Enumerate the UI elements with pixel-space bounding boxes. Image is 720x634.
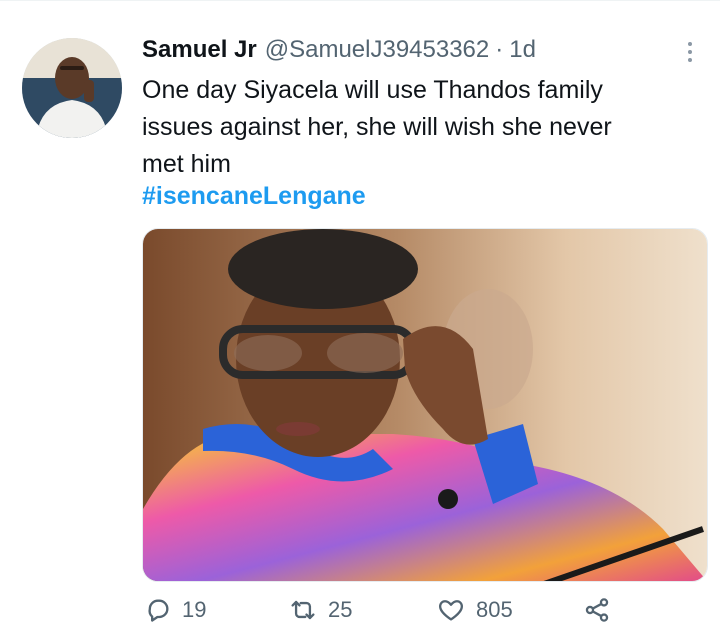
media-photo [143, 229, 707, 581]
tweet-header: Samuel Jr @SamuelJ39453362 · 1d [142, 36, 536, 66]
more-icon[interactable] [676, 38, 704, 66]
reply-count: 19 [182, 597, 207, 622]
tweet-actions: 19 25 805 [142, 590, 642, 630]
retweet-count: 25 [328, 597, 353, 622]
tweet-text-line: met him [142, 150, 231, 178]
hashtag-link[interactable]: #isencaneLengane [142, 182, 366, 211]
retweet-button[interactable]: 25 [288, 590, 352, 630]
tweet-text-line: issues against her, she will wish she ne… [142, 113, 612, 141]
top-divider [0, 0, 720, 1]
author-name[interactable]: Samuel Jr [142, 36, 257, 64]
tweet-text: One day Siyacela will use Thandos family… [142, 72, 702, 183]
tweet-text-line: One day Siyacela will use Thandos family [142, 76, 603, 104]
retweet-icon [288, 596, 318, 624]
like-button[interactable]: 805 [436, 590, 513, 630]
reply-button[interactable]: 19 [144, 590, 206, 630]
like-count: 805 [476, 597, 513, 622]
tweet-media-image[interactable] [142, 228, 708, 582]
share-button[interactable] [582, 590, 612, 630]
timestamp[interactable]: 1d [509, 36, 536, 64]
reply-icon [144, 596, 172, 624]
header-separator: · [495, 36, 504, 63]
author-handle[interactable]: @SamuelJ39453362 [265, 36, 490, 64]
heart-icon [436, 596, 466, 624]
avatar[interactable] [22, 38, 122, 138]
avatar-photo [22, 38, 122, 138]
share-icon [582, 596, 612, 624]
